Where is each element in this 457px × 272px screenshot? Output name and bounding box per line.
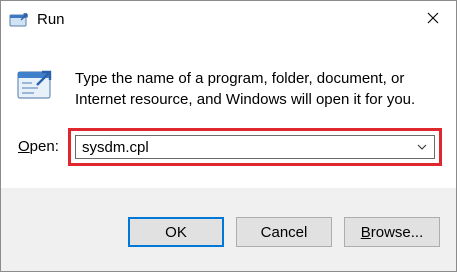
browse-accelerator: B bbox=[360, 223, 371, 241]
run-app-icon bbox=[15, 65, 55, 105]
ok-button[interactable]: OK bbox=[128, 217, 224, 247]
window-title: Run bbox=[37, 11, 65, 28]
open-input[interactable] bbox=[82, 136, 408, 158]
run-dialog: Run Type the name of a program, folder, … bbox=[0, 0, 457, 272]
open-label-text: pen: bbox=[29, 138, 59, 155]
title-bar[interactable]: Run bbox=[1, 1, 456, 39]
close-icon bbox=[427, 11, 439, 29]
open-combobox[interactable] bbox=[75, 135, 435, 159]
close-button[interactable] bbox=[410, 1, 456, 39]
browse-label: rowse... bbox=[370, 223, 424, 241]
run-icon bbox=[9, 12, 29, 28]
open-label-accelerator: O bbox=[18, 138, 30, 155]
open-label: Open: bbox=[18, 138, 59, 155]
browse-button[interactable]: Browse... bbox=[344, 217, 440, 247]
cancel-button[interactable]: Cancel bbox=[236, 217, 332, 247]
chevron-down-icon[interactable] bbox=[410, 136, 434, 158]
input-highlight-frame bbox=[68, 128, 442, 166]
dialog-description: Type the name of a program, folder, docu… bbox=[75, 70, 416, 108]
